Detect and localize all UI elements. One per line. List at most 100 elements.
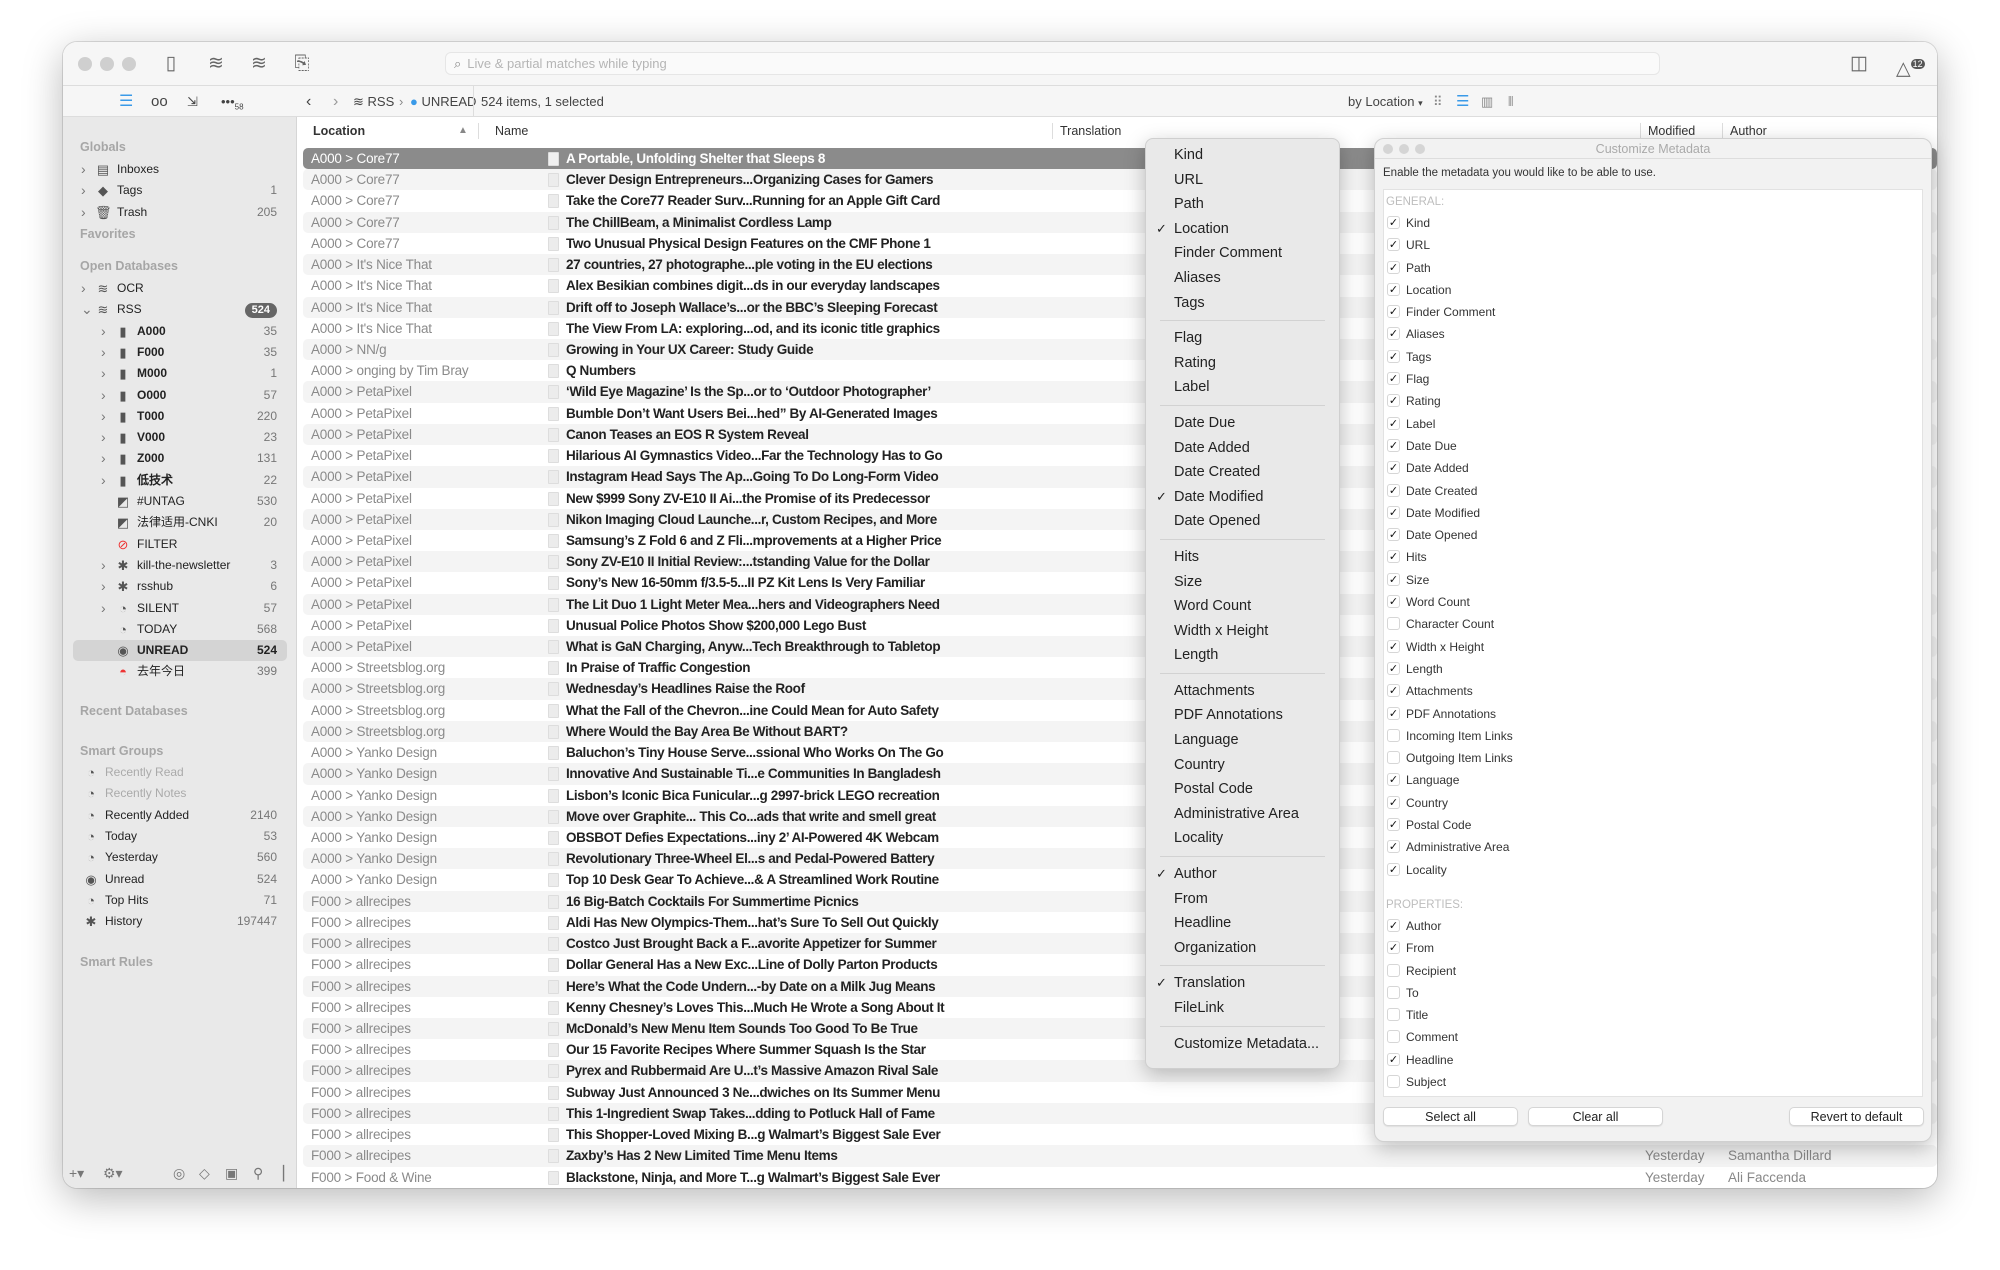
revert-to-default-button[interactable]: Revert to default xyxy=(1789,1107,1924,1126)
menu-item[interactable]: Flag xyxy=(1146,326,1339,351)
zoom-button[interactable] xyxy=(122,57,136,71)
menu-item[interactable]: Hits xyxy=(1146,545,1339,570)
checkbox-checked[interactable]: ✓ xyxy=(1387,840,1400,854)
checkbox-checked[interactable]: ✓ xyxy=(1387,238,1400,252)
metadata-checkbox[interactable]: Subject xyxy=(1384,1071,1922,1093)
metadata-checklist[interactable]: GENERAL: ✓ Kind ✓ URL ✓ Path ✓ Location ✓ Finder C… xyxy=(1383,189,1923,1097)
checkbox-checked[interactable]: ✓ xyxy=(1387,862,1400,876)
checkbox-unchecked[interactable] xyxy=(1387,1008,1400,1022)
menu-item[interactable]: Customize Metadata... xyxy=(1146,1032,1339,1057)
checkbox-checked[interactable]: ✓ xyxy=(1387,216,1400,229)
metadata-checkbox[interactable]: ✓ Author xyxy=(1384,915,1922,937)
column-header-location[interactable]: Location xyxy=(313,117,365,145)
activity-icon[interactable]: △ 12 xyxy=(1896,52,1925,79)
metadata-checkbox[interactable]: ✓ Flag xyxy=(1384,368,1922,390)
checkbox-unchecked[interactable] xyxy=(1387,728,1400,742)
checkbox-checked[interactable]: ✓ xyxy=(1387,550,1400,564)
forward-button[interactable]: › xyxy=(333,86,338,117)
sort-dropdown[interactable]: by Location ▾ xyxy=(1348,86,1423,119)
close-button[interactable] xyxy=(78,57,92,71)
sidebar-item[interactable]: › ▤ Inboxes xyxy=(63,159,297,180)
metadata-checkbox[interactable]: ✓ Administrative Area xyxy=(1384,836,1922,858)
metadata-checkbox[interactable]: ✓ Hits xyxy=(1384,546,1922,568)
table-row[interactable]: F000 > allrecipes Zaxby’s Has 2 New Limit… xyxy=(303,1145,1937,1167)
metadata-checkbox[interactable]: ✓ Size xyxy=(1384,569,1922,591)
checkbox-checked[interactable]: ✓ xyxy=(1387,416,1400,430)
chevron-right-icon[interactable]: › xyxy=(81,180,86,201)
menu-item[interactable]: Country xyxy=(1146,753,1339,778)
pin-icon[interactable]: ⚲ xyxy=(253,1165,263,1182)
clear-all-button[interactable]: Clear all xyxy=(1528,1107,1663,1126)
checkbox-checked[interactable]: ✓ xyxy=(1387,706,1400,720)
icon-view-icon[interactable]: ⠿ xyxy=(1433,86,1443,117)
menu-item[interactable]: Word Count xyxy=(1146,594,1339,619)
metadata-checkbox[interactable]: ✓ Headline xyxy=(1384,1049,1922,1071)
metadata-checkbox[interactable]: ✓ Width x Height xyxy=(1384,636,1922,658)
menu-item[interactable]: Date Created xyxy=(1146,460,1339,485)
checkbox-checked[interactable]: ✓ xyxy=(1387,260,1400,274)
menu-item[interactable]: Attachments xyxy=(1146,679,1339,704)
menu-item[interactable]: Postal Code xyxy=(1146,777,1339,802)
metadata-checkbox[interactable]: Outgoing Item Links xyxy=(1384,747,1922,769)
sidebar-item[interactable]: › ▮ V000 23 xyxy=(63,427,297,448)
menu-item[interactable]: Finder Comment xyxy=(1146,241,1339,266)
menu-item[interactable]: Kind xyxy=(1146,143,1339,168)
checkbox-checked[interactable]: ✓ xyxy=(1387,282,1400,296)
menu-item[interactable]: Locality xyxy=(1146,826,1339,851)
metadata-checkbox[interactable]: ✓ Locality xyxy=(1384,859,1922,881)
menu-item[interactable]: Path xyxy=(1146,192,1339,217)
menu-item[interactable]: Length xyxy=(1146,643,1339,668)
checkbox-checked[interactable]: ✓ xyxy=(1387,918,1400,932)
checkbox-checked[interactable]: ✓ xyxy=(1387,684,1400,698)
chevron-right-icon[interactable]: › xyxy=(101,470,106,491)
panel-minimize-button[interactable] xyxy=(1399,144,1409,154)
checkbox-unchecked[interactable] xyxy=(1387,1030,1400,1044)
list-mode-icon[interactable]: ☰ xyxy=(1456,86,1469,117)
checkbox-checked[interactable]: ✓ xyxy=(1387,661,1400,675)
menu-item[interactable]: Date Added xyxy=(1146,436,1339,461)
sidebar-item[interactable]: › ▮ O000 57 xyxy=(63,385,297,406)
sidebar-item[interactable]: ◩ #UNTAG 530 xyxy=(63,491,297,512)
image-icon[interactable]: ▣ xyxy=(225,1165,238,1182)
sidebar-item[interactable]: ◩ 法律适用-CNKI 20 xyxy=(63,512,297,533)
chevron-right-icon[interactable]: › xyxy=(101,363,106,384)
table-row[interactable]: F000 > Food & Wine Blackstone, Ninja, and… xyxy=(303,1167,1937,1188)
sidebar-item[interactable]: › ✱ kill-the-newsletter 3 xyxy=(63,555,297,576)
chevron-right-icon[interactable]: › xyxy=(101,598,106,619)
sidebar-item[interactable]: › ▮ F000 35 xyxy=(63,342,297,363)
inspector-toggle-icon[interactable]: ◫ xyxy=(1846,52,1872,76)
sidebar-item[interactable]: ◉ UNREAD 524 xyxy=(73,640,287,662)
metadata-checkbox[interactable]: Character Count xyxy=(1384,613,1922,635)
checkbox-checked[interactable]: ✓ xyxy=(1387,483,1400,497)
metadata-checkbox[interactable]: ✓ Aliases xyxy=(1384,323,1922,345)
minimize-button[interactable] xyxy=(100,57,114,71)
checkbox-unchecked[interactable] xyxy=(1387,963,1400,977)
metadata-checkbox[interactable]: ✓ Path xyxy=(1384,257,1922,279)
checkbox-checked[interactable]: ✓ xyxy=(1387,1052,1400,1066)
metadata-checkbox[interactable]: ✓ Date Opened xyxy=(1384,524,1922,546)
chevron-right-icon[interactable]: › xyxy=(101,406,106,427)
capture-icon[interactable]: ⎘ xyxy=(289,52,315,76)
checkbox-checked[interactable]: ✓ xyxy=(1387,528,1400,542)
database-sync-icon[interactable]: ≋ xyxy=(203,52,229,76)
sidebar-item[interactable]: ◔ Recently Notes xyxy=(63,783,297,804)
menu-item[interactable]: Rating xyxy=(1146,351,1339,376)
checkbox-checked[interactable]: ✓ xyxy=(1387,438,1400,452)
chevron-right-icon[interactable]: › xyxy=(101,576,106,597)
metadata-checkbox[interactable]: ✓ Label xyxy=(1384,413,1922,435)
metadata-checkbox[interactable]: ✓ Kind xyxy=(1384,212,1922,234)
sidebar-item[interactable]: › ≋ OCR xyxy=(63,278,297,299)
metadata-checkbox[interactable]: ✓ Word Count xyxy=(1384,591,1922,613)
sidebar-item[interactable]: ◔ Recently Read xyxy=(63,762,297,783)
sidebar-item[interactable]: ◔ Top Hits 71 xyxy=(63,890,297,911)
checkbox-checked[interactable]: ✓ xyxy=(1387,349,1400,363)
chevron-right-icon[interactable]: › xyxy=(101,342,106,363)
sidebar-item[interactable]: › ▮ Z000 131 xyxy=(63,448,297,469)
checkbox-checked[interactable]: ✓ xyxy=(1387,818,1400,832)
checkbox-checked[interactable]: ✓ xyxy=(1387,505,1400,519)
checkbox-checked[interactable]: ✓ xyxy=(1387,941,1400,955)
checkbox-checked[interactable]: ✓ xyxy=(1387,572,1400,586)
checkbox-unchecked[interactable] xyxy=(1387,1074,1400,1088)
menu-item[interactable]: Language xyxy=(1146,728,1339,753)
menu-item[interactable]: PDF Annotations xyxy=(1146,703,1339,728)
